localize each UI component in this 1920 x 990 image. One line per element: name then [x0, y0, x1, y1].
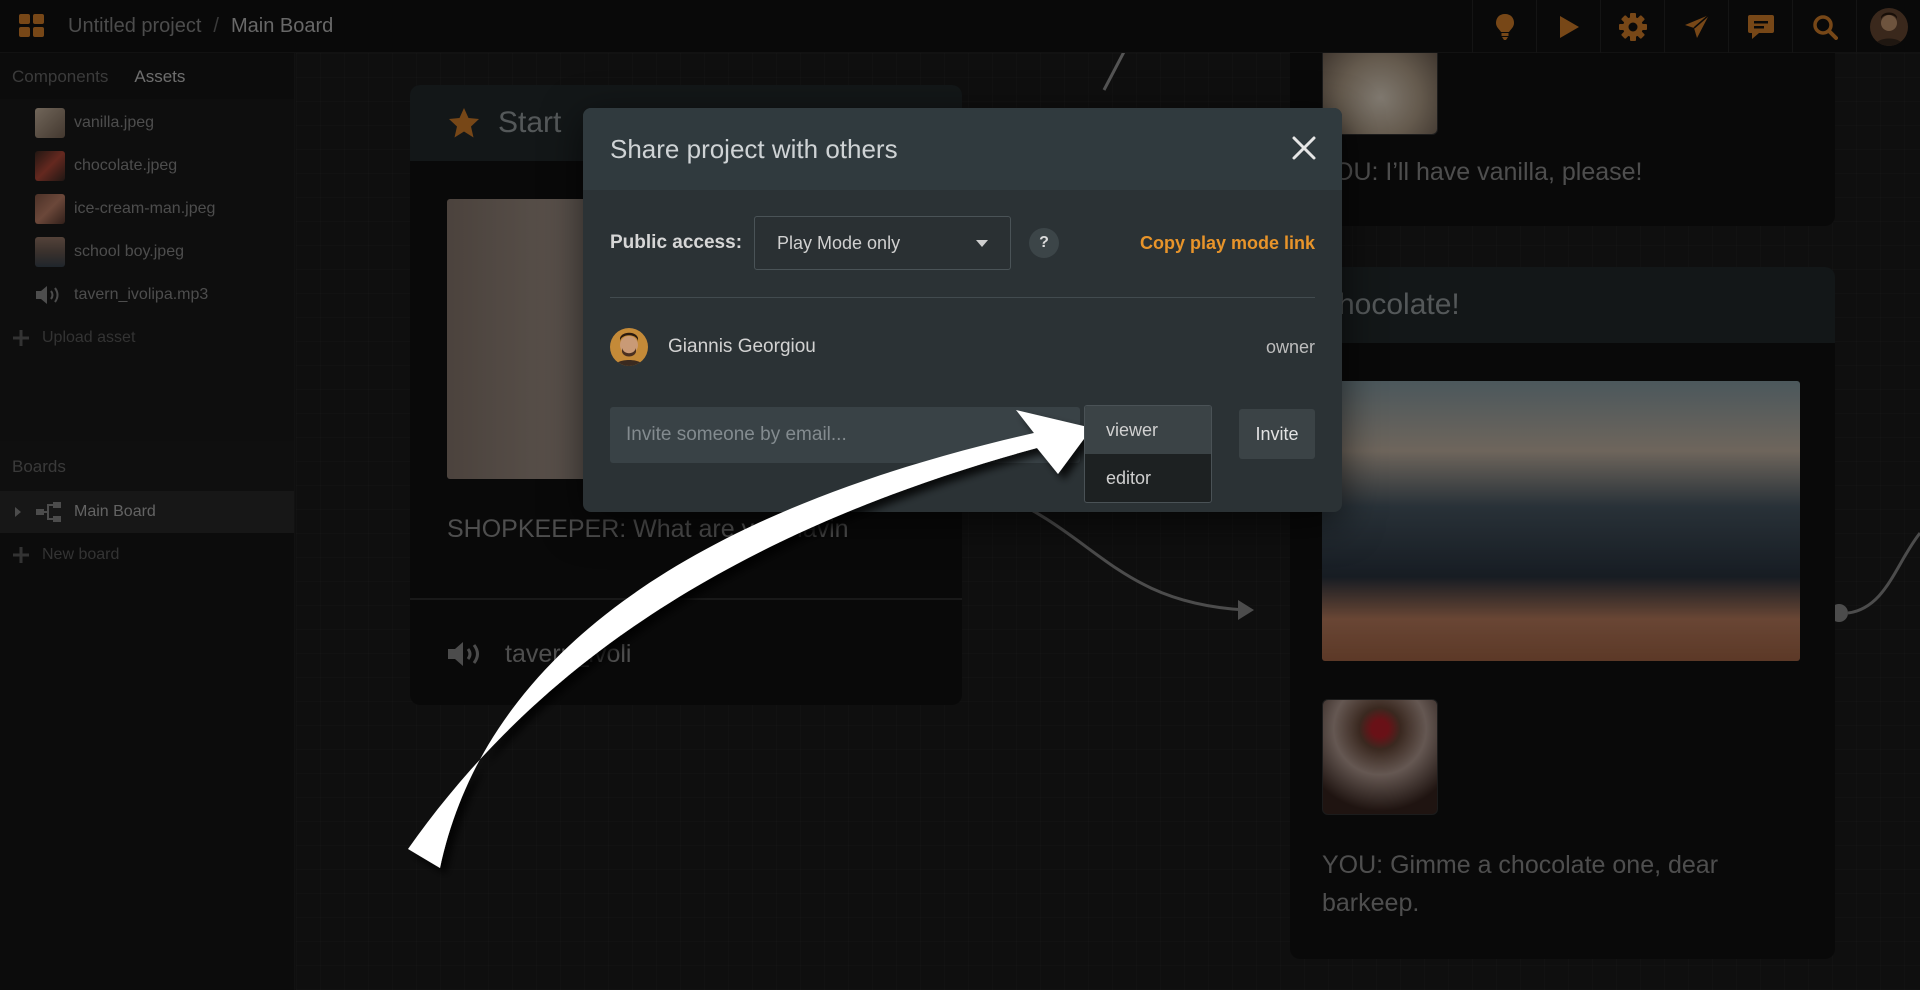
- help-icon: ?: [1039, 234, 1049, 251]
- member-role: owner: [1265, 336, 1315, 357]
- invite-button[interactable]: Invite: [1239, 409, 1315, 459]
- role-option-viewer[interactable]: viewer: [1085, 406, 1211, 454]
- chevron-down-icon: [976, 240, 988, 247]
- share-dialog: Share project with others Public access:…: [583, 108, 1342, 512]
- help-button[interactable]: ?: [1029, 228, 1059, 258]
- close-button[interactable]: [1290, 134, 1318, 162]
- member-row: Giannis Georgiou owner: [610, 326, 1315, 368]
- close-icon: [1292, 136, 1316, 160]
- public-access-label: Public access:: [610, 232, 743, 253]
- member-name: Giannis Georgiou: [668, 336, 816, 357]
- copy-play-mode-link[interactable]: Copy play mode link: [1140, 233, 1315, 254]
- share-dialog-title: Share project with others: [610, 133, 898, 164]
- divider: [610, 297, 1315, 298]
- share-dialog-header: Share project with others: [583, 108, 1342, 190]
- invite-email-input[interactable]: [610, 407, 1080, 463]
- role-dropdown-menu[interactable]: viewer editor: [1084, 405, 1212, 503]
- public-access-value: Play Mode only: [777, 232, 901, 253]
- member-avatar: [610, 328, 648, 366]
- role-option-editor[interactable]: editor: [1085, 454, 1211, 502]
- public-access-select[interactable]: Play Mode only: [754, 216, 1011, 270]
- public-access-row: Public access: Play Mode only ? Copy pla…: [610, 216, 1315, 270]
